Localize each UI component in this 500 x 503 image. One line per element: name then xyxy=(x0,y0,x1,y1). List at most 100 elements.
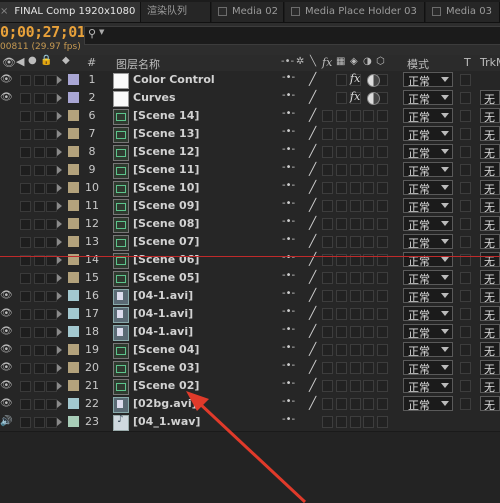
lock-toggle[interactable] xyxy=(46,309,57,320)
blend-mode-dropdown[interactable]: 正常 xyxy=(403,144,453,160)
expand-triangle-icon[interactable] xyxy=(57,256,62,264)
label-color-swatch[interactable] xyxy=(68,344,79,355)
adjustment-switch[interactable] xyxy=(363,146,374,158)
expand-triangle-icon[interactable] xyxy=(57,202,62,210)
3d-switch[interactable] xyxy=(377,398,388,410)
frame-blend-switch[interactable] xyxy=(336,164,347,176)
quality-switch[interactable]: ╱ xyxy=(309,108,316,122)
effects-switch[interactable] xyxy=(322,290,333,302)
solo-toggle[interactable] xyxy=(34,363,45,374)
adjustment-layer-icon[interactable]: ◑ xyxy=(363,56,372,67)
motion-blur-switch[interactable] xyxy=(350,290,361,302)
blend-mode-dropdown[interactable]: 正常 xyxy=(403,162,453,178)
shy-switch[interactable]: -•- xyxy=(282,234,295,245)
expand-triangle-icon[interactable] xyxy=(57,310,62,318)
layer-row[interactable]: 👁 14 [Scene 06] -•- ╱ 正常 无 xyxy=(0,251,500,270)
effects-switch[interactable] xyxy=(322,398,333,410)
3d-switch[interactable] xyxy=(377,326,388,338)
preserve-transparency-toggle[interactable] xyxy=(460,380,471,392)
expand-triangle-icon[interactable] xyxy=(57,292,62,300)
track-matte-dropdown[interactable]: 无 xyxy=(480,180,500,195)
quality-switch[interactable]: ╱ xyxy=(309,216,316,230)
track-matte-dropdown[interactable]: 无 xyxy=(480,126,500,141)
audio-toggle[interactable] xyxy=(20,111,31,122)
layer-name[interactable]: [04-1.avi] xyxy=(133,325,193,338)
layer-name[interactable]: [Scene 08] xyxy=(133,217,199,230)
motion-blur-switch[interactable] xyxy=(350,272,361,284)
quality-switch[interactable]: ╱ xyxy=(309,270,316,284)
3d-switch[interactable] xyxy=(377,146,388,158)
effects-switch[interactable] xyxy=(322,200,333,212)
shy-switch[interactable]: -•- xyxy=(282,396,295,407)
layer-search-field[interactable]: ⚲ ▼ xyxy=(84,26,500,45)
lock-toggle[interactable] xyxy=(46,363,57,374)
solo-toggle[interactable] xyxy=(34,417,45,428)
blend-mode-dropdown[interactable]: 正常 xyxy=(403,126,453,142)
expand-triangle-icon[interactable] xyxy=(57,184,62,192)
eye-icon[interactable]: 👁 xyxy=(0,362,13,373)
effects-switch[interactable] xyxy=(322,416,333,428)
quality-switch[interactable]: ╱ xyxy=(309,72,316,86)
frame-blend-switch[interactable] xyxy=(336,272,347,284)
expand-triangle-icon[interactable] xyxy=(57,364,62,372)
track-matte-dropdown[interactable]: 无 xyxy=(480,342,500,357)
track-matte-dropdown[interactable]: 无 xyxy=(480,378,500,393)
motion-blur-switch[interactable] xyxy=(350,380,361,392)
label-color-swatch[interactable] xyxy=(68,74,79,85)
label-color-swatch[interactable] xyxy=(68,416,79,427)
blend-mode-dropdown[interactable]: 正常 xyxy=(403,270,453,286)
audio-toggle[interactable] xyxy=(20,219,31,230)
expand-triangle-icon[interactable] xyxy=(57,418,62,426)
layer-row[interactable]: 👁 1 Color Control -•- ╱ fx 正常 xyxy=(0,71,500,90)
lock-toggle[interactable] xyxy=(46,381,57,392)
solo-toggle[interactable] xyxy=(34,309,45,320)
3d-switch[interactable] xyxy=(377,308,388,320)
adjustment-switch[interactable] xyxy=(363,164,374,176)
preserve-transparency-toggle[interactable] xyxy=(460,326,471,338)
blend-mode-dropdown[interactable]: 正常 xyxy=(403,108,453,124)
motion-blur-switch[interactable] xyxy=(350,182,361,194)
preserve-transparency-toggle[interactable] xyxy=(460,128,471,140)
track-matte-dropdown[interactable]: 无 xyxy=(480,198,500,213)
adjustment-switch[interactable] xyxy=(363,272,374,284)
motion-blur-switch[interactable] xyxy=(350,146,361,158)
tab-final-comp[interactable]: × FINAL Comp 1920x1080 xyxy=(0,2,141,22)
layer-row[interactable]: 👁 15 [Scene 05] -•- ╱ 正常 无 xyxy=(0,269,500,288)
3d-switch[interactable] xyxy=(377,290,388,302)
track-matte-dropdown[interactable]: 无 xyxy=(480,306,500,321)
track-matte-dropdown[interactable]: 无 xyxy=(480,252,500,267)
layer-name[interactable]: [Scene 05] xyxy=(133,271,199,284)
frame-blend-switch[interactable] xyxy=(336,92,347,104)
expand-triangle-icon[interactable] xyxy=(57,220,62,228)
shy-switch[interactable]: -•- xyxy=(282,360,295,371)
3d-switch[interactable] xyxy=(377,362,388,374)
3d-switch[interactable] xyxy=(377,380,388,392)
collapse-switch-icon[interactable]: ✲ xyxy=(296,56,304,67)
shy-switch[interactable]: -•- xyxy=(282,162,295,173)
shy-switch[interactable]: -•- xyxy=(282,270,295,281)
frame-blend-switch[interactable] xyxy=(336,398,347,410)
eye-icon[interactable]: 👁 xyxy=(0,290,13,301)
quality-switch[interactable]: ╱ xyxy=(309,198,316,212)
column-t[interactable]: T xyxy=(464,56,471,69)
layer-name[interactable]: [Scene 12] xyxy=(133,145,199,158)
label-color-swatch[interactable] xyxy=(68,218,79,229)
adjustment-switch[interactable] xyxy=(363,218,374,230)
audio-toggle[interactable] xyxy=(20,165,31,176)
preserve-transparency-toggle[interactable] xyxy=(460,308,471,320)
solo-icon[interactable]: ● xyxy=(28,55,37,66)
frame-blend-switch[interactable] xyxy=(336,362,347,374)
blend-mode-dropdown[interactable]: 正常 xyxy=(403,198,453,214)
solo-toggle[interactable] xyxy=(34,381,45,392)
frame-blend-switch[interactable] xyxy=(336,182,347,194)
track-matte-dropdown[interactable]: 无 xyxy=(480,162,500,177)
expand-triangle-icon[interactable] xyxy=(57,112,62,120)
effects-switch[interactable] xyxy=(322,326,333,338)
track-matte-dropdown[interactable]: 无 xyxy=(480,288,500,303)
label-color-swatch[interactable] xyxy=(68,398,79,409)
expand-triangle-icon[interactable] xyxy=(57,274,62,282)
motion-blur-switch[interactable] xyxy=(350,416,361,428)
layer-name[interactable]: [Scene 11] xyxy=(133,163,199,176)
expand-triangle-icon[interactable] xyxy=(57,130,62,138)
label-color-swatch[interactable] xyxy=(68,182,79,193)
